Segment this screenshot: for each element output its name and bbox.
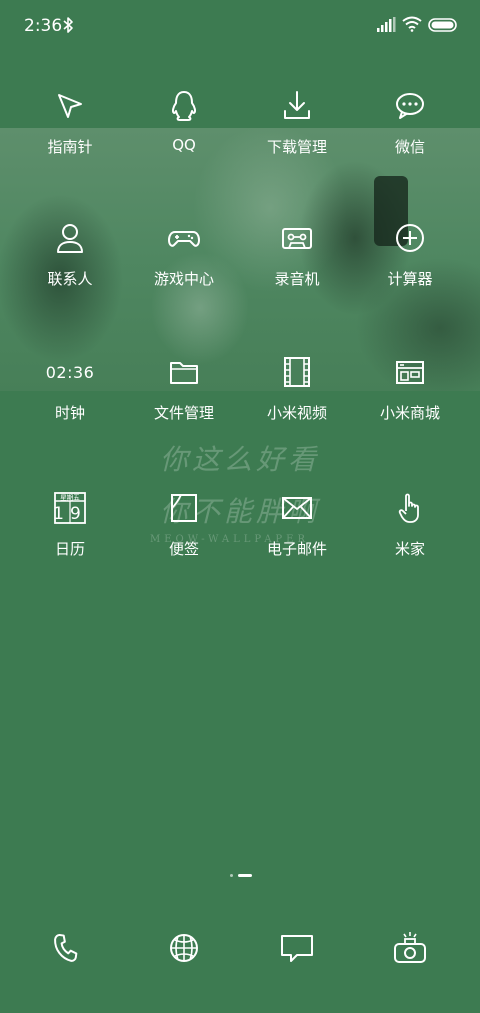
hand-pointer-icon bbox=[390, 488, 430, 528]
compass-arrow-icon bbox=[50, 86, 90, 126]
mail-icon bbox=[277, 488, 317, 528]
wallpaper-line-1: 你这么好看 bbox=[160, 443, 321, 476]
app-notes[interactable]: 便签 bbox=[124, 488, 244, 588]
app-mi-store[interactable]: 小米商城 bbox=[350, 352, 470, 452]
app-label: 联系人 bbox=[47, 270, 93, 288]
gamepad-icon bbox=[164, 218, 204, 258]
app-label: 录音机 bbox=[274, 270, 320, 288]
battery-icon bbox=[428, 18, 457, 32]
store-icon bbox=[390, 352, 430, 392]
status-bar: 2:36 bbox=[0, 0, 480, 52]
page-dot-2-active[interactable] bbox=[238, 874, 252, 877]
download-icon bbox=[277, 86, 317, 126]
app-qq[interactable]: QQ bbox=[124, 86, 244, 186]
film-strip-icon bbox=[277, 352, 317, 392]
wechat-bubble-icon bbox=[390, 86, 430, 126]
app-contacts[interactable]: 联系人 bbox=[10, 218, 130, 318]
app-label: 计算器 bbox=[387, 270, 433, 288]
app-compass[interactable]: 指南针 bbox=[10, 86, 130, 186]
qq-penguin-icon bbox=[164, 86, 204, 126]
app-game-center[interactable]: 游戏中心 bbox=[124, 218, 244, 318]
wifi-icon bbox=[402, 16, 422, 32]
signal-icon bbox=[377, 17, 396, 32]
calendar-icon: 星期五 19 bbox=[50, 488, 90, 528]
app-label: 时钟 bbox=[54, 404, 85, 422]
app-mi-video[interactable]: 小米视频 bbox=[237, 352, 357, 452]
browser-globe-icon[interactable] bbox=[166, 930, 202, 966]
app-label: 微信 bbox=[394, 138, 425, 156]
app-label: QQ bbox=[172, 136, 196, 154]
app-label: 米家 bbox=[394, 540, 425, 558]
app-label: 指南针 bbox=[47, 138, 93, 156]
calendar-weekday: 星期五 bbox=[60, 494, 80, 502]
clock-display: 02:36 bbox=[45, 362, 95, 382]
app-label: 下载管理 bbox=[266, 138, 327, 156]
app-download-manager[interactable]: 下载管理 bbox=[237, 86, 357, 186]
calendar-day: 19 bbox=[53, 504, 87, 524]
camera-icon[interactable] bbox=[392, 930, 428, 966]
app-clock[interactable]: 02:36 时钟 bbox=[10, 352, 130, 452]
app-label: 日历 bbox=[54, 540, 85, 558]
app-label: 便签 bbox=[168, 540, 199, 558]
app-label: 文件管理 bbox=[153, 404, 214, 422]
app-label: 电子邮件 bbox=[266, 540, 327, 558]
page-dot-1[interactable] bbox=[230, 874, 233, 877]
page-indicator[interactable] bbox=[230, 873, 254, 877]
bluetooth-icon bbox=[63, 17, 73, 33]
app-wechat[interactable]: 微信 bbox=[350, 86, 470, 186]
app-file-manager[interactable]: 文件管理 bbox=[124, 352, 244, 452]
clock-digital-icon: 02:36 bbox=[46, 352, 94, 392]
folder-icon bbox=[164, 352, 204, 392]
app-mijia[interactable]: 米家 bbox=[350, 488, 470, 588]
app-label: 小米商城 bbox=[379, 404, 440, 422]
calculator-plus-icon bbox=[390, 218, 430, 258]
app-recorder[interactable]: 录音机 bbox=[237, 218, 357, 318]
message-icon[interactable] bbox=[279, 930, 315, 966]
app-label: 小米视频 bbox=[266, 404, 327, 422]
cassette-icon bbox=[277, 218, 317, 258]
phone-icon[interactable] bbox=[48, 930, 84, 966]
app-calculator[interactable]: 计算器 bbox=[350, 218, 470, 318]
contact-person-icon bbox=[50, 218, 90, 258]
app-label: 游戏中心 bbox=[153, 270, 214, 288]
app-email[interactable]: 电子邮件 bbox=[237, 488, 357, 588]
note-icon bbox=[164, 488, 204, 528]
app-calendar[interactable]: 星期五 19 日历 bbox=[10, 488, 130, 588]
status-time: 2:36 bbox=[24, 16, 63, 36]
